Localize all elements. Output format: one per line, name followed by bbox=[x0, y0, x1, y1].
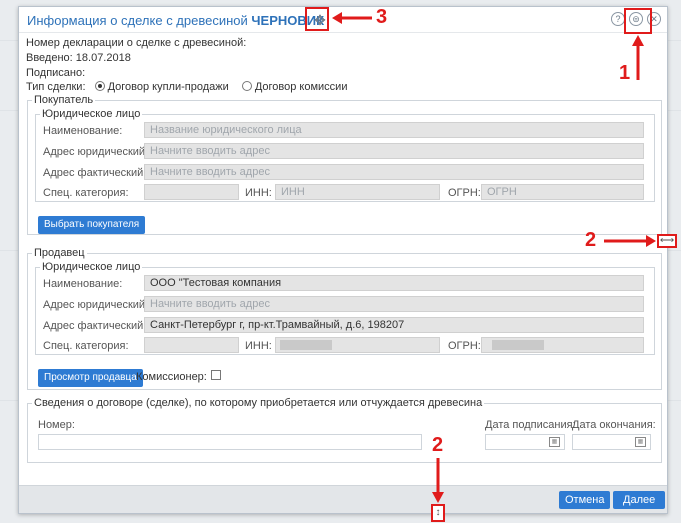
annotation-arrows bbox=[332, 12, 656, 503]
annotation-arrowhead-3 bbox=[332, 12, 342, 24]
annotation-arrowhead-2-bottom bbox=[432, 492, 444, 503]
annotation-label-3: 3 bbox=[376, 6, 388, 28]
annotation-arrowhead-1 bbox=[632, 35, 644, 46]
annotation-label-1: 1 bbox=[619, 62, 631, 84]
annotation-label-2-right: 2 bbox=[585, 229, 597, 251]
annotation-arrowhead-2-right bbox=[646, 235, 656, 247]
annotation-label-2-bottom: 2 bbox=[432, 434, 444, 456]
